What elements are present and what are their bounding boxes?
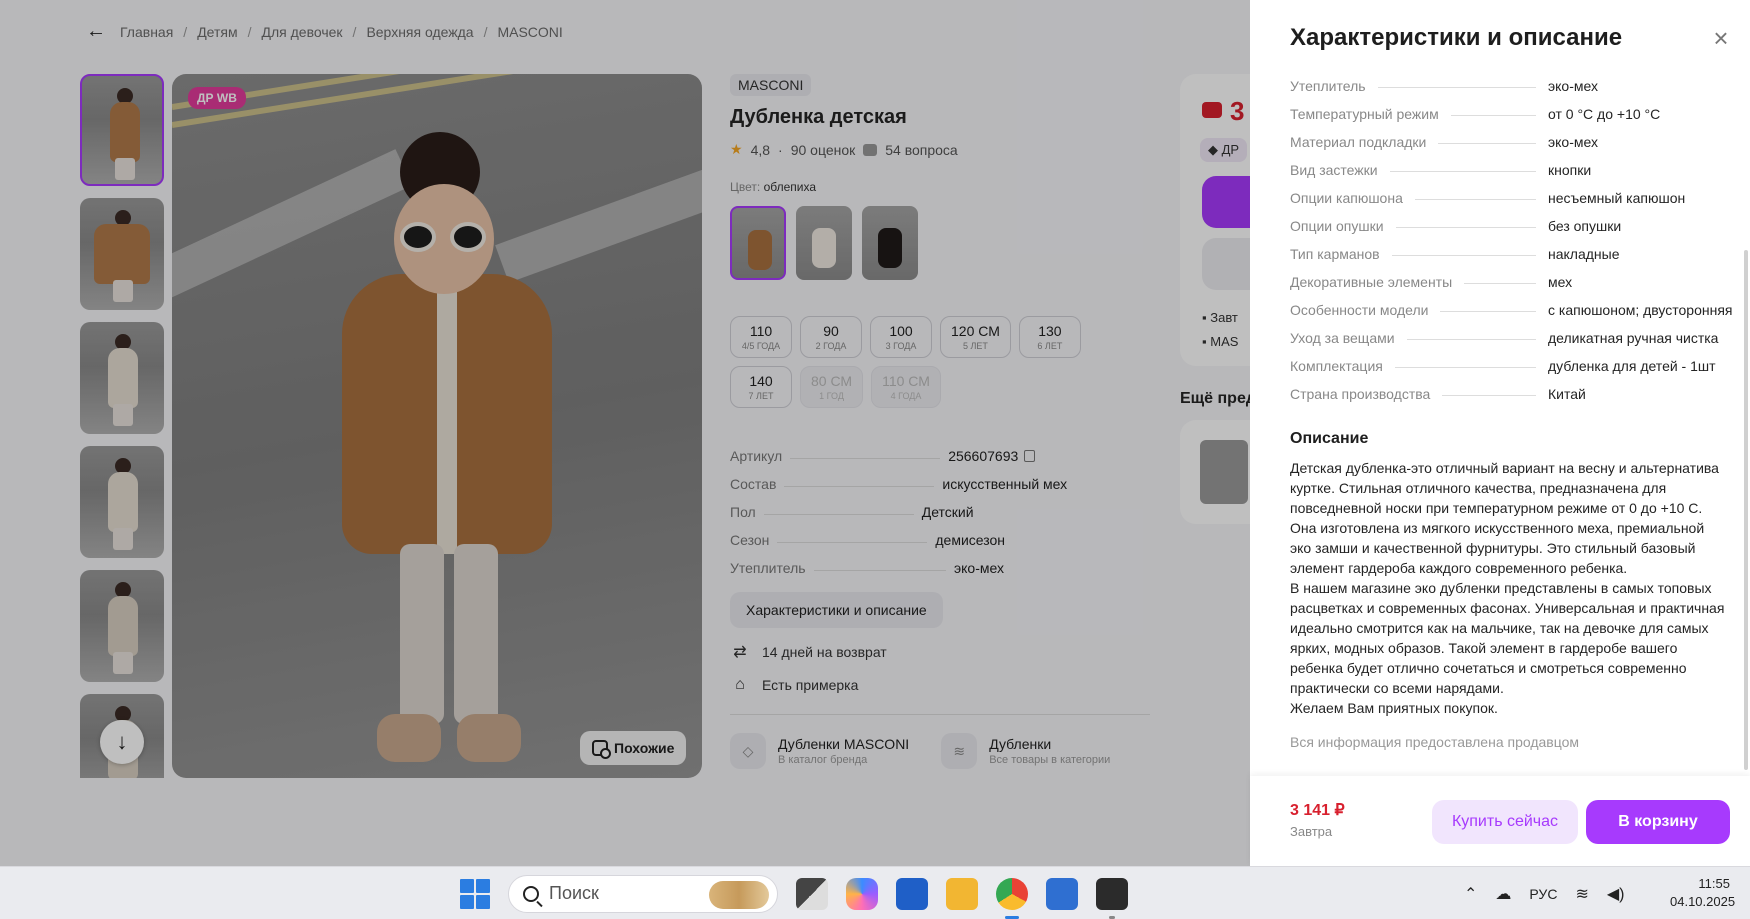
char-row: Опции опушки без опушки — [1290, 218, 1622, 234]
clock[interactable]: 11:55 04.10.2025 — [1670, 875, 1736, 911]
terminal-icon[interactable] — [1096, 877, 1128, 919]
panel-title: Характеристики и описание — [1290, 24, 1623, 51]
characteristics-panel: Характеристики и описание × Утеплитель эк… — [1250, 0, 1750, 866]
task-view-icon[interactable] — [796, 877, 828, 910]
file-explorer-icon[interactable] — [946, 877, 978, 910]
seller-note: Вся информация предоставлена продавцом — [1290, 734, 1580, 750]
copilot-icon[interactable] — [846, 877, 878, 910]
delivery-date: Завтра — [1290, 824, 1333, 839]
taskbar: Поиск ⌃ ☁ РУС ≋ ◀) 11:55 04.10.2025 — [0, 866, 1750, 919]
search-placeholder: Поиск — [549, 883, 599, 903]
description-title: Описание — [1290, 430, 1369, 447]
chrome-icon[interactable] — [996, 877, 1028, 919]
wifi-icon[interactable]: ≋ — [1575, 884, 1588, 904]
char-row: Материал подкладки эко-мех — [1290, 134, 1598, 150]
char-row: Вид застежки кнопки — [1290, 162, 1592, 178]
close-icon[interactable]: × — [1710, 25, 1732, 51]
footer-price: 3 141 ₽ — [1290, 802, 1345, 819]
char-row: Уход за вещами деликатная ручная чистка — [1290, 330, 1719, 346]
chevron-up-icon[interactable]: ⌃ — [1464, 884, 1477, 904]
search-icon — [523, 885, 539, 902]
date: 04.10.2025 — [1670, 894, 1736, 909]
system-tray: ⌃ ☁ РУС ≋ ◀) — [1464, 867, 1625, 919]
description-text: Детская дубленка-это отличный вариант на… — [1290, 460, 1725, 716]
cloud-offline-icon[interactable]: ☁ — [1495, 884, 1511, 904]
powershell-icon[interactable] — [1046, 877, 1078, 910]
char-row: Утеплитель эко-мех — [1290, 78, 1598, 94]
char-row: Особенности модели с капюшоном; двусторон… — [1290, 302, 1733, 318]
char-row: Опции капюшона несъемный капюшон — [1290, 190, 1686, 206]
panel-content[interactable]: Утеплитель эко-мех Температурный режим от … — [1250, 66, 1750, 776]
scrollbar[interactable] — [1744, 250, 1748, 770]
add-to-cart-button[interactable]: В корзину — [1586, 800, 1730, 844]
language-indicator[interactable]: РУС — [1529, 886, 1557, 902]
taskbar-apps: Поиск — [460, 867, 1128, 919]
char-row: Тип карманов накладные — [1290, 246, 1620, 262]
characteristics-list: Утеплитель эко-мех Температурный режим от … — [1250, 66, 1750, 402]
store-icon[interactable] — [896, 877, 928, 910]
char-row: Температурный режим от 0 °С до +10 °С — [1290, 106, 1661, 122]
volume-icon[interactable]: ◀) — [1607, 884, 1625, 904]
windows-start-icon[interactable] — [460, 878, 490, 909]
char-row: Страна производства Китай — [1290, 386, 1586, 402]
char-row: Комплектация дубленка для детей - 1шт — [1290, 358, 1716, 374]
buy-now-button[interactable]: Купить сейчас — [1432, 800, 1578, 844]
time: 11:55 — [1698, 876, 1730, 891]
modal-overlay[interactable] — [0, 0, 1250, 866]
panel-footer: 3 141 ₽ Завтра Купить сейчас В корзину — [1250, 776, 1750, 866]
char-row: Декоративные элементы мех — [1290, 274, 1573, 290]
taskbar-search[interactable]: Поиск — [508, 874, 778, 913]
search-highlight-image — [709, 880, 769, 909]
